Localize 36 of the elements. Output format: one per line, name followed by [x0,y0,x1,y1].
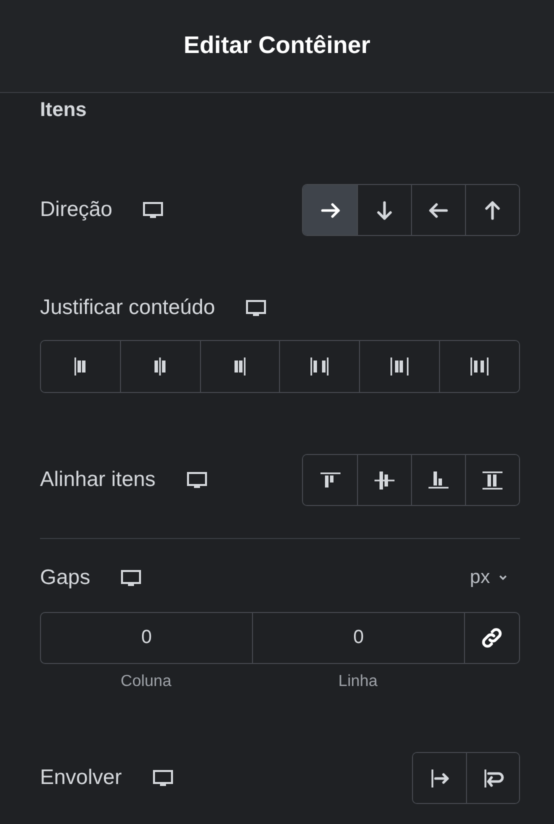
control-label: Direção [40,198,112,222]
arrow-right-icon [320,202,340,218]
justify-between-icon [309,356,330,377]
gap-field[interactable]: 0 [252,612,464,664]
field-caption: Coluna [120,673,172,691]
control-label: Envolver [40,766,122,790]
align-middle-icon [373,470,396,490]
option-button[interactable] [439,341,519,392]
justify-evenly-icon [469,356,490,377]
gap-field[interactable]: 0 [40,612,252,664]
chevron-down-icon [498,573,508,583]
align-bottom-icon [427,470,450,490]
option-button[interactable] [465,185,519,235]
option-button[interactable] [303,185,357,235]
section-title: Itens [40,98,87,122]
no-wrap-icon [430,768,449,788]
unit-dropdown[interactable]: px [470,567,520,589]
arrow-down-icon [377,200,392,220]
justify-end-icon [233,356,248,377]
link-icon [482,628,502,648]
justify-around-icon [389,356,410,377]
justify-center-icon [153,356,168,377]
field-caption: Linha [337,673,379,691]
arrow-up-icon [485,200,500,220]
control-label: Alinhar itens [40,468,156,492]
justify-start-icon [73,356,88,377]
panel-title: Editar Contêiner [184,32,370,60]
control-label: Gaps [40,566,90,590]
align-stretch-icon [481,470,504,490]
option-button[interactable] [465,455,519,505]
control-label: Justificar conteúdo [40,296,216,320]
option-button[interactable] [466,753,519,803]
arrow-left-icon [429,202,448,218]
wrap-icon [482,768,504,788]
align-top-icon [318,471,342,489]
link-button[interactable] [464,612,520,664]
